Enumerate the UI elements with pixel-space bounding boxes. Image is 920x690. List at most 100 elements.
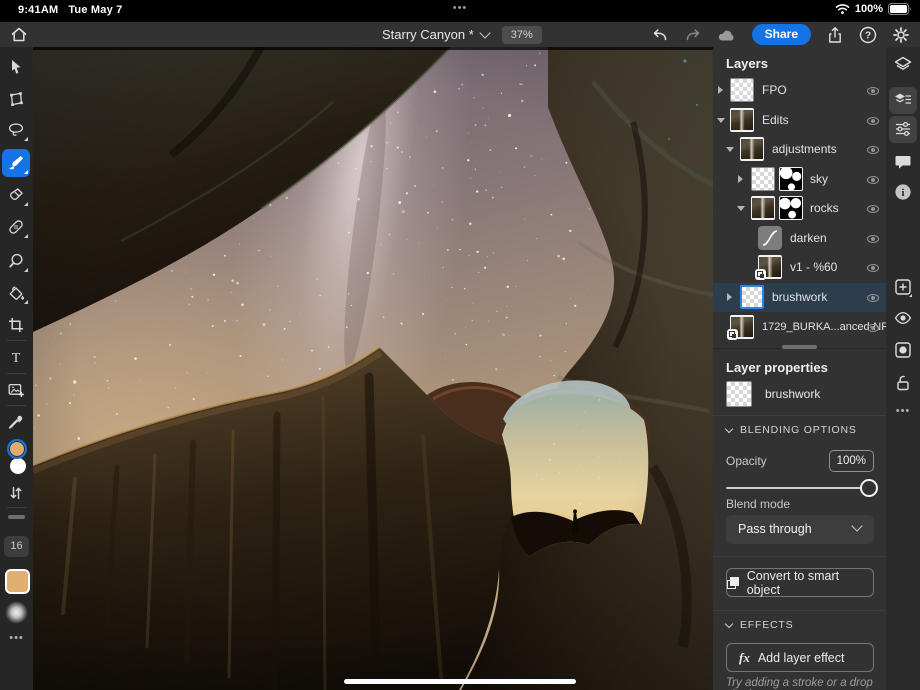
settings-gear-icon[interactable] [892, 26, 910, 44]
layer-row-1729-burka[interactable]: 1729_BURKA...anced-NR33 [713, 313, 886, 342]
visibility-eye-icon[interactable] [867, 324, 879, 332]
healing-brush-tool[interactable] [7, 218, 25, 236]
comments-button[interactable] [893, 152, 913, 172]
convert-to-smart-object-button[interactable]: Convert to smart object [726, 568, 874, 597]
visibility-eye-icon[interactable] [867, 146, 879, 154]
visibility-eye-icon[interactable] [867, 87, 879, 95]
layers-panel-button[interactable] [893, 55, 913, 75]
smart-object-badge-icon [755, 269, 766, 280]
layer-row-fpo[interactable]: FPO [713, 76, 886, 105]
opacity-value-box[interactable]: 100% [829, 450, 874, 472]
layer-visibility-button[interactable] [893, 308, 913, 328]
share-button[interactable]: Share [752, 24, 811, 45]
battery-icon [888, 3, 912, 15]
rail-divider [7, 507, 26, 508]
convert-button-label: Convert to smart object [747, 569, 873, 597]
visibility-eye-icon[interactable] [867, 294, 879, 302]
clone-stamp-tool[interactable] [7, 252, 25, 270]
type-tool[interactable]: T [7, 348, 25, 366]
move-tool-icon [7, 58, 25, 76]
eyedropper-tool[interactable] [7, 413, 25, 431]
home-indicator-bar[interactable] [344, 679, 576, 684]
redo-button[interactable] [684, 26, 702, 44]
effects-label: EFFECTS [740, 619, 793, 631]
background-color-swatch[interactable] [10, 458, 26, 474]
layer-row-darken[interactable]: darken [713, 224, 886, 253]
layer-mask-button[interactable] [893, 340, 913, 360]
compact-layers-icon [893, 90, 913, 110]
expand-icon[interactable] [727, 293, 732, 301]
help-glyph: ? [865, 30, 871, 41]
zoom-level-badge[interactable]: 37% [502, 26, 542, 44]
opacity-slider-track[interactable] [726, 487, 872, 489]
subtool-indicator [24, 170, 28, 174]
current-color-chip[interactable] [5, 569, 30, 594]
curves-icon [758, 226, 782, 250]
layer-row-sky[interactable]: sky [713, 165, 886, 194]
blend-mode-label: Blend mode [726, 497, 790, 511]
top-toolbar: Starry Canyon * 37% Share ? [0, 22, 920, 47]
layer-row-edits[interactable]: Edits [713, 106, 886, 135]
layer-properties-button-active[interactable] [889, 116, 917, 143]
brush-size-value[interactable]: 16 [4, 536, 29, 557]
undo-button[interactable] [651, 26, 669, 44]
document-canvas[interactable] [33, 47, 713, 690]
visibility-eye-icon[interactable] [867, 117, 879, 125]
comment-bubble-icon [893, 152, 913, 172]
brush-tool[interactable] [7, 154, 25, 172]
layer-name: rocks [810, 194, 839, 223]
tool-options-bar[interactable] [8, 515, 25, 519]
collapse-icon[interactable] [717, 118, 725, 123]
panel-divider [713, 610, 886, 611]
lasso-tool[interactable] [7, 121, 25, 139]
place-photo-tool-icon [7, 381, 25, 399]
add-layer-icon [893, 277, 913, 297]
opacity-slider-handle[interactable] [860, 479, 878, 497]
move-tool[interactable] [7, 58, 25, 76]
photoshop-ipad-app: 9:41AMTue May 7 ••• 100% Starry Canyon [0, 0, 920, 690]
compact-layers-button-active[interactable] [889, 87, 917, 114]
layer-row-brushwork-selected[interactable]: brushwork [713, 283, 886, 312]
brush-tip-preview[interactable] [5, 601, 28, 624]
collapse-icon[interactable] [737, 206, 745, 211]
crop-tool[interactable] [7, 316, 25, 334]
add-layer-effect-button[interactable]: fx Add layer effect [726, 643, 874, 672]
panel-drag-handle[interactable] [782, 345, 817, 349]
subtool-indicator [24, 268, 28, 272]
export-icon[interactable] [826, 26, 844, 44]
eye-icon [893, 308, 913, 328]
layer-lock-button[interactable] [893, 373, 913, 393]
blending-options-header[interactable]: BLENDING OPTIONS [726, 424, 857, 436]
foreground-color-swatch[interactable] [7, 439, 27, 459]
eraser-tool[interactable] [7, 186, 25, 204]
layer-row-v1[interactable]: v1 - %60 [713, 253, 886, 282]
info-button[interactable]: i [893, 182, 913, 202]
rail-divider [7, 340, 26, 341]
panel-more-button[interactable]: ••• [886, 405, 920, 417]
document-title[interactable]: Starry Canyon * [382, 27, 474, 42]
home-button[interactable] [9, 25, 29, 45]
title-chevron-icon[interactable] [479, 27, 490, 38]
cloud-sync-icon[interactable] [717, 27, 737, 43]
collapse-icon[interactable] [726, 147, 734, 152]
visibility-eye-icon[interactable] [867, 176, 879, 184]
tool-rail: T 16 [0, 47, 33, 690]
wifi-icon [835, 3, 850, 15]
layer-row-adjustments[interactable]: adjustments [713, 135, 886, 164]
layer-row-rocks[interactable]: rocks [713, 194, 886, 223]
swap-colors-button[interactable] [7, 484, 25, 502]
visibility-eye-icon[interactable] [867, 205, 879, 213]
blend-mode-dropdown[interactable]: Pass through [726, 515, 874, 544]
fill-tool[interactable] [7, 284, 25, 302]
visibility-eye-icon[interactable] [867, 235, 879, 243]
transform-tool[interactable] [7, 90, 25, 108]
help-button[interactable]: ? [859, 26, 877, 44]
add-layer-button[interactable] [893, 277, 913, 297]
place-photo-tool[interactable] [7, 381, 25, 399]
effects-header[interactable]: EFFECTS [726, 619, 793, 631]
tool-options-more-button[interactable]: ••• [0, 632, 33, 644]
expand-icon[interactable] [738, 175, 743, 183]
expand-icon[interactable] [718, 86, 723, 94]
layer-mask-thumbnail [779, 167, 803, 191]
visibility-eye-icon[interactable] [867, 264, 879, 272]
